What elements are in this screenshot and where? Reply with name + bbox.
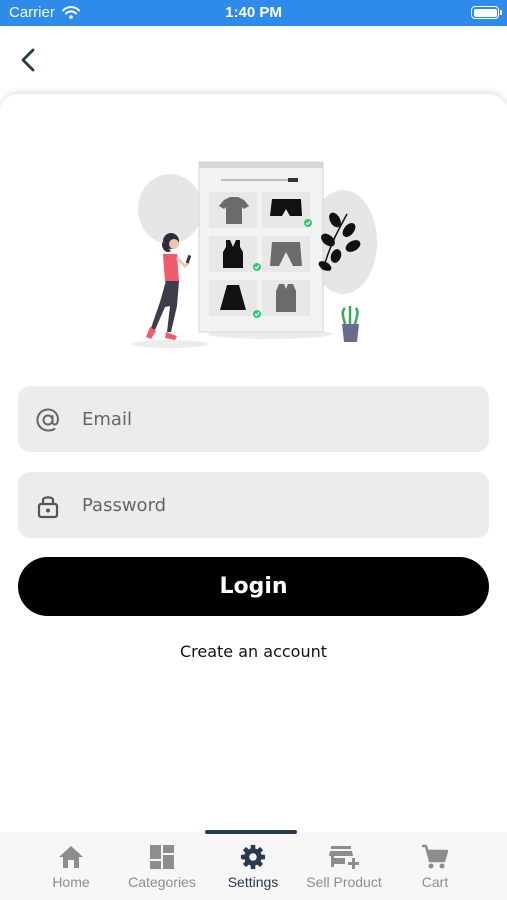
tab-sell-product[interactable]: Sell Product (296, 844, 392, 894)
tab-settings[interactable]: Settings (205, 844, 301, 894)
lock-icon (37, 496, 59, 519)
password-input[interactable] (82, 472, 472, 538)
store-add-icon (329, 846, 359, 869)
password-field[interactable] (18, 472, 489, 538)
tab-sell-product-label: Sell Product (306, 874, 382, 890)
tab-cart[interactable]: Cart (387, 844, 483, 894)
chevron-left-icon[interactable] (14, 44, 42, 76)
cart-icon (422, 844, 449, 869)
email-input[interactable] (82, 386, 472, 452)
tab-home[interactable]: Home (23, 844, 119, 894)
nav-bar (0, 26, 507, 94)
at-sign-icon (36, 408, 59, 432)
dashboard-icon (150, 845, 174, 869)
create-account-link[interactable]: Create an account (0, 642, 507, 661)
login-button[interactable]: Login (18, 557, 489, 616)
battery-icon (471, 6, 502, 19)
gear-icon (240, 844, 266, 870)
tab-bar: Home Categories Settings Sell Product Ca… (0, 830, 507, 900)
shopping-illustration (132, 161, 377, 348)
status-bar: Carrier 1:40 PM (0, 0, 507, 26)
email-field[interactable] (18, 386, 489, 452)
tab-home-label: Home (52, 874, 90, 890)
tab-cart-label: Cart (421, 874, 449, 890)
content-sheet: Login Create an account (0, 94, 507, 832)
home-icon (59, 846, 83, 868)
tab-categories[interactable]: Categories (114, 844, 210, 894)
active-tab-indicator (205, 830, 297, 834)
tab-settings-label: Settings (227, 874, 279, 890)
tab-categories-label: Categories (128, 874, 196, 890)
status-time: 1:40 PM (225, 4, 282, 21)
